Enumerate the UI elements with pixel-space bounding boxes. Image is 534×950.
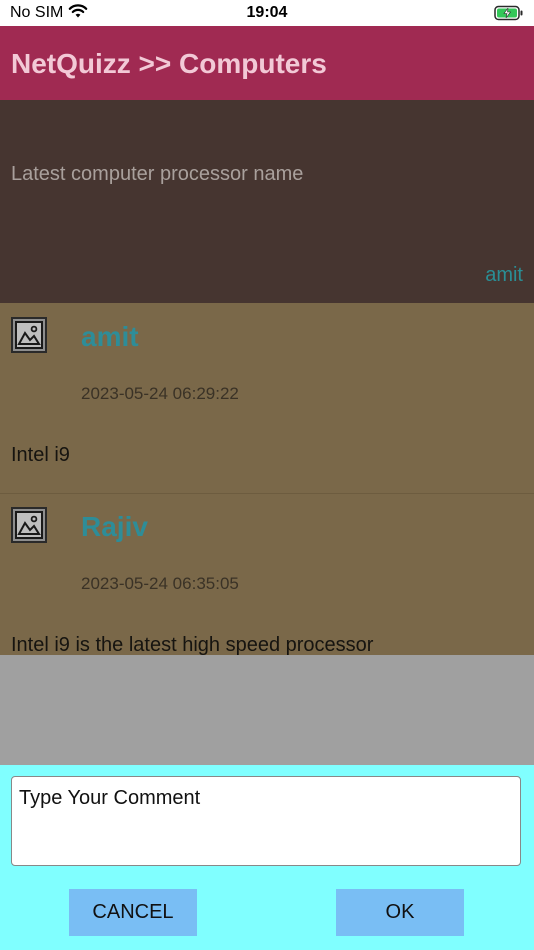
comment-dialog: CANCEL OK — [0, 765, 534, 950]
status-bar: No SIM 19:04 — [0, 0, 534, 26]
question-card: Latest computer processor name amit — [0, 100, 534, 303]
page-title: NetQuizz >> Computers — [11, 48, 327, 79]
comment-input[interactable] — [11, 776, 521, 866]
cancel-button[interactable]: CANCEL — [69, 889, 197, 936]
comment-author: Rajiv — [81, 511, 148, 542]
image-placeholder-icon — [11, 317, 47, 353]
ok-button[interactable]: OK — [336, 889, 464, 936]
question-author: amit — [485, 264, 523, 286]
comment-author: amit — [81, 321, 139, 352]
dim-overlay — [0, 655, 534, 765]
list-item: amit 2023-05-24 06:29:22 Intel i9 — [0, 303, 534, 493]
comment-text: Intel i9 — [11, 444, 70, 466]
comment-timestamp: 2023-05-24 06:35:05 — [81, 574, 239, 593]
comments-list: amit 2023-05-24 06:29:22 Intel i9 Rajiv … — [0, 303, 534, 655]
divider — [0, 493, 534, 494]
comment-timestamp: 2023-05-24 06:29:22 — [81, 384, 239, 403]
question-text: Latest computer processor name — [11, 163, 304, 185]
comment-text: Intel i9 is the latest high speed proces… — [11, 634, 374, 655]
clock: 19:04 — [246, 4, 288, 21]
battery-charging-icon — [494, 5, 524, 26]
image-placeholder-icon — [11, 507, 47, 543]
app-header: NetQuizz >> Computers — [0, 26, 534, 100]
list-item: Rajiv 2023-05-24 06:35:05 Intel i9 is th… — [0, 493, 534, 655]
